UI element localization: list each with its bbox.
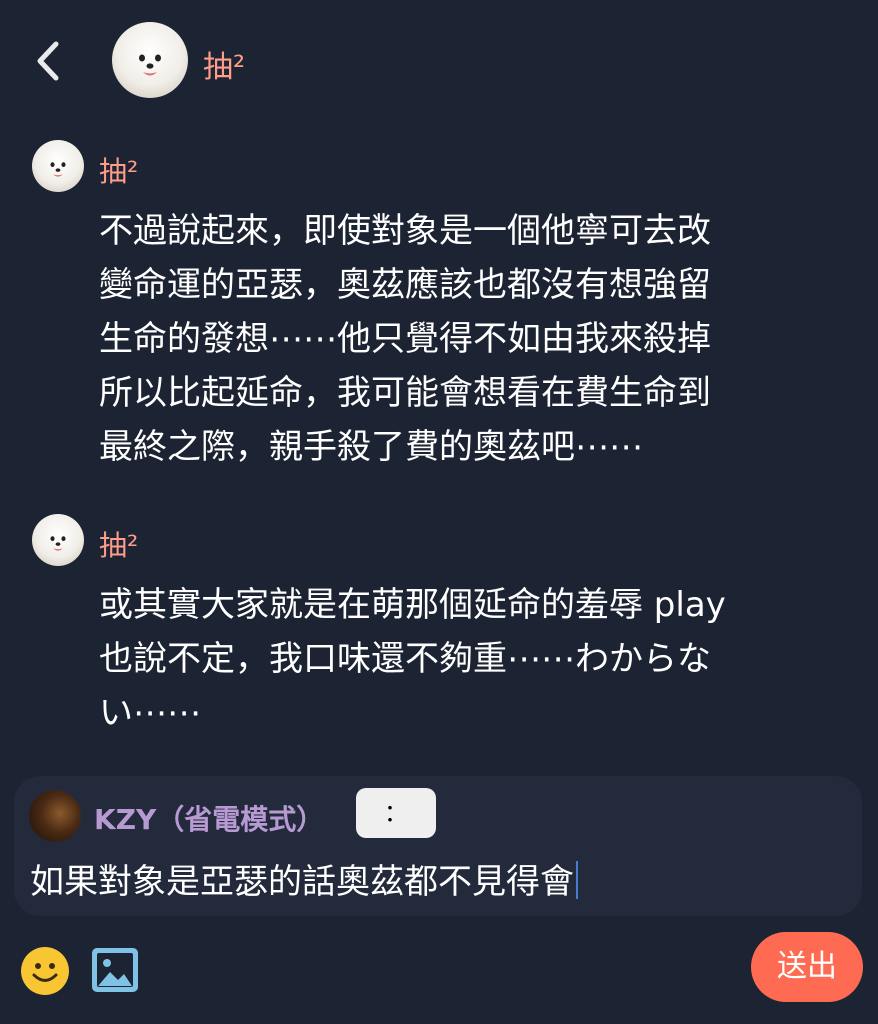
message-line: 生命的發想⋯⋯他只覺得不如由我來殺掉 (99, 319, 711, 359)
message-text: 或其實大家就是在萌那個延命的羞辱 play 也說不定，我口味還不夠重⋯⋯わからな… (99, 578, 829, 740)
emoji-icon (21, 947, 69, 995)
avatar[interactable] (32, 514, 84, 566)
message-sender: 抽² (99, 155, 139, 188)
reply-box[interactable]: KZY（省電模式） ： 如果對象是亞瑟的話奧茲都不見得會 (14, 776, 862, 916)
avatar[interactable] (32, 140, 84, 192)
message-line: 所以比起延命，我可能會想看在費生命到 (99, 373, 711, 413)
message-input-text: 如果對象是亞瑟的話奧茲都不見得會 (30, 862, 574, 902)
emoji-button[interactable] (20, 946, 70, 996)
chat-header: 抽² (0, 0, 878, 120)
image-icon (92, 948, 138, 992)
image-button[interactable] (90, 946, 140, 994)
chat-title: 抽² (203, 50, 246, 85)
header-avatar[interactable] (112, 22, 188, 98)
message-line: 或其實大家就是在萌那個延命的羞辱 play (99, 585, 726, 625)
message-line: 也說不定，我口味還不夠重⋯⋯わからな (99, 639, 711, 679)
send-button[interactable]: 送出 (751, 932, 863, 1002)
message-input[interactable]: 如果對象是亞瑟的話奧茲都不見得會 (30, 854, 578, 903)
message-sender: 抽² (99, 529, 139, 562)
back-button[interactable] (30, 38, 70, 84)
message-text: 不過說起來，即使對象是一個他寧可去改 變命運的亞瑟，奧茲應該也都沒有想強留 生命… (99, 204, 829, 474)
message-line: い⋯⋯ (99, 693, 201, 733)
user-avatar (29, 790, 81, 842)
back-arrow-icon (37, 41, 59, 81)
colon-button[interactable]: ： (356, 788, 436, 838)
message-line: 不過說起來，即使對象是一個他寧可去改 (99, 211, 711, 251)
composer-panel: KZY（省電模式） ： 如果對象是亞瑟的話奧茲都不見得會 送出 (0, 762, 878, 1024)
message-line: 變命運的亞瑟，奧茲應該也都沒有想強留 (99, 265, 711, 305)
user-name: KZY（省電模式） (94, 803, 325, 836)
message-line: 最終之際，親手殺了費的奧茲吧⋯⋯ (99, 427, 643, 467)
text-caret (576, 861, 578, 899)
